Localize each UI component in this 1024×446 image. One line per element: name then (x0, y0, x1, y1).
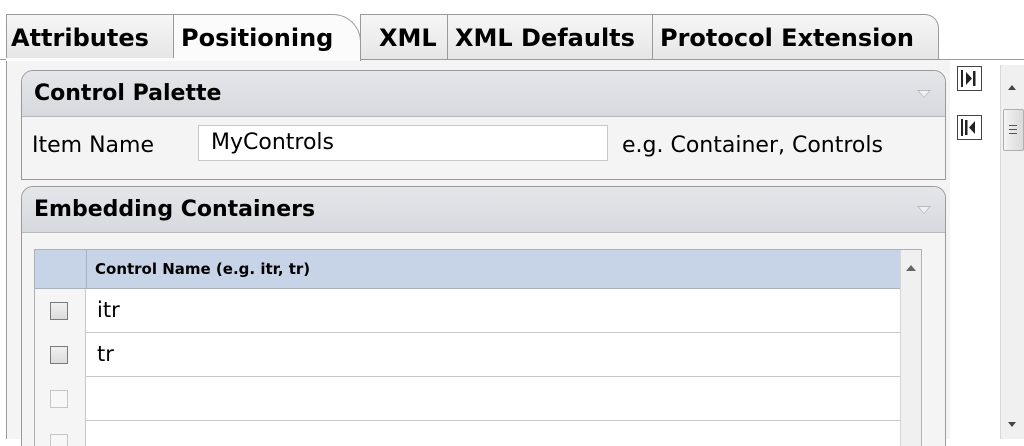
row-select-cell (35, 377, 86, 421)
move-last-icon[interactable] (957, 66, 982, 91)
row-select-cell (35, 421, 86, 446)
checkbox-icon[interactable] (50, 434, 68, 446)
move-first-icon[interactable] (957, 115, 982, 140)
scroll-down-icon[interactable] (1008, 422, 1016, 427)
tab-protocol-extension[interactable]: Protocol Extension (652, 14, 939, 59)
table-header: Control Name (e.g. itr, tr) (35, 250, 901, 289)
embedding-containers-panel: Embedding Containers Control Name (e.g. … (21, 186, 946, 446)
scroll-up-icon[interactable] (1008, 85, 1016, 90)
item-name-input[interactable]: MyControls (198, 125, 608, 161)
scroll-up-icon[interactable] (906, 265, 916, 271)
tab-bar: Attributes Positioning XML XML Defaults … (0, 0, 1024, 61)
tab-xml[interactable]: XML (360, 14, 448, 59)
tab-xml-defaults[interactable]: XML Defaults (447, 14, 653, 59)
table-row[interactable] (35, 377, 901, 421)
checkbox-icon[interactable] (50, 346, 68, 364)
page-scrollbar[interactable] (1000, 65, 1024, 439)
table-scrollbar[interactable] (900, 250, 921, 446)
control-name-cell[interactable]: itr (97, 298, 120, 322)
checkbox-icon[interactable] (50, 302, 68, 320)
table-row[interactable] (35, 421, 901, 446)
grip-line (1009, 133, 1017, 134)
tab-attributes[interactable]: Attributes (6, 14, 174, 59)
active-tab-fill (6, 58, 360, 61)
row-select-cell (35, 333, 86, 377)
control-palette-title: Control Palette (34, 81, 222, 106)
control-palette-header[interactable]: Control Palette (22, 71, 945, 117)
grip-line (1009, 129, 1017, 130)
select-column-header[interactable] (35, 250, 87, 288)
item-name-hint: e.g. Container, Controls (622, 133, 883, 158)
collapse-panel-icon[interactable] (917, 90, 931, 98)
containers-table: Control Name (e.g. itr, tr) itr tr (34, 249, 922, 446)
checkbox-icon[interactable] (50, 390, 68, 408)
embedding-containers-title: Embedding Containers (34, 197, 316, 222)
table-row[interactable]: tr (35, 333, 901, 377)
row-select-cell (35, 289, 86, 333)
item-name-label: Item Name (32, 133, 154, 158)
item-name-row: Item Name MyControls e.g. Container, Con… (22, 117, 945, 177)
table-row[interactable]: itr (35, 289, 901, 333)
control-name-cell[interactable]: tr (97, 342, 114, 366)
scrollbar-thumb[interactable] (1003, 109, 1024, 151)
tab-content: Control Palette Item Name MyControls e.g… (6, 60, 950, 446)
collapse-panel-icon[interactable] (917, 206, 931, 214)
control-name-column-header[interactable]: Control Name (e.g. itr, tr) (95, 250, 310, 288)
embedding-containers-header[interactable]: Embedding Containers (22, 187, 945, 233)
control-palette-panel: Control Palette Item Name MyControls e.g… (21, 70, 946, 180)
grip-line (1009, 125, 1017, 126)
tab-positioning[interactable]: Positioning (173, 14, 361, 61)
